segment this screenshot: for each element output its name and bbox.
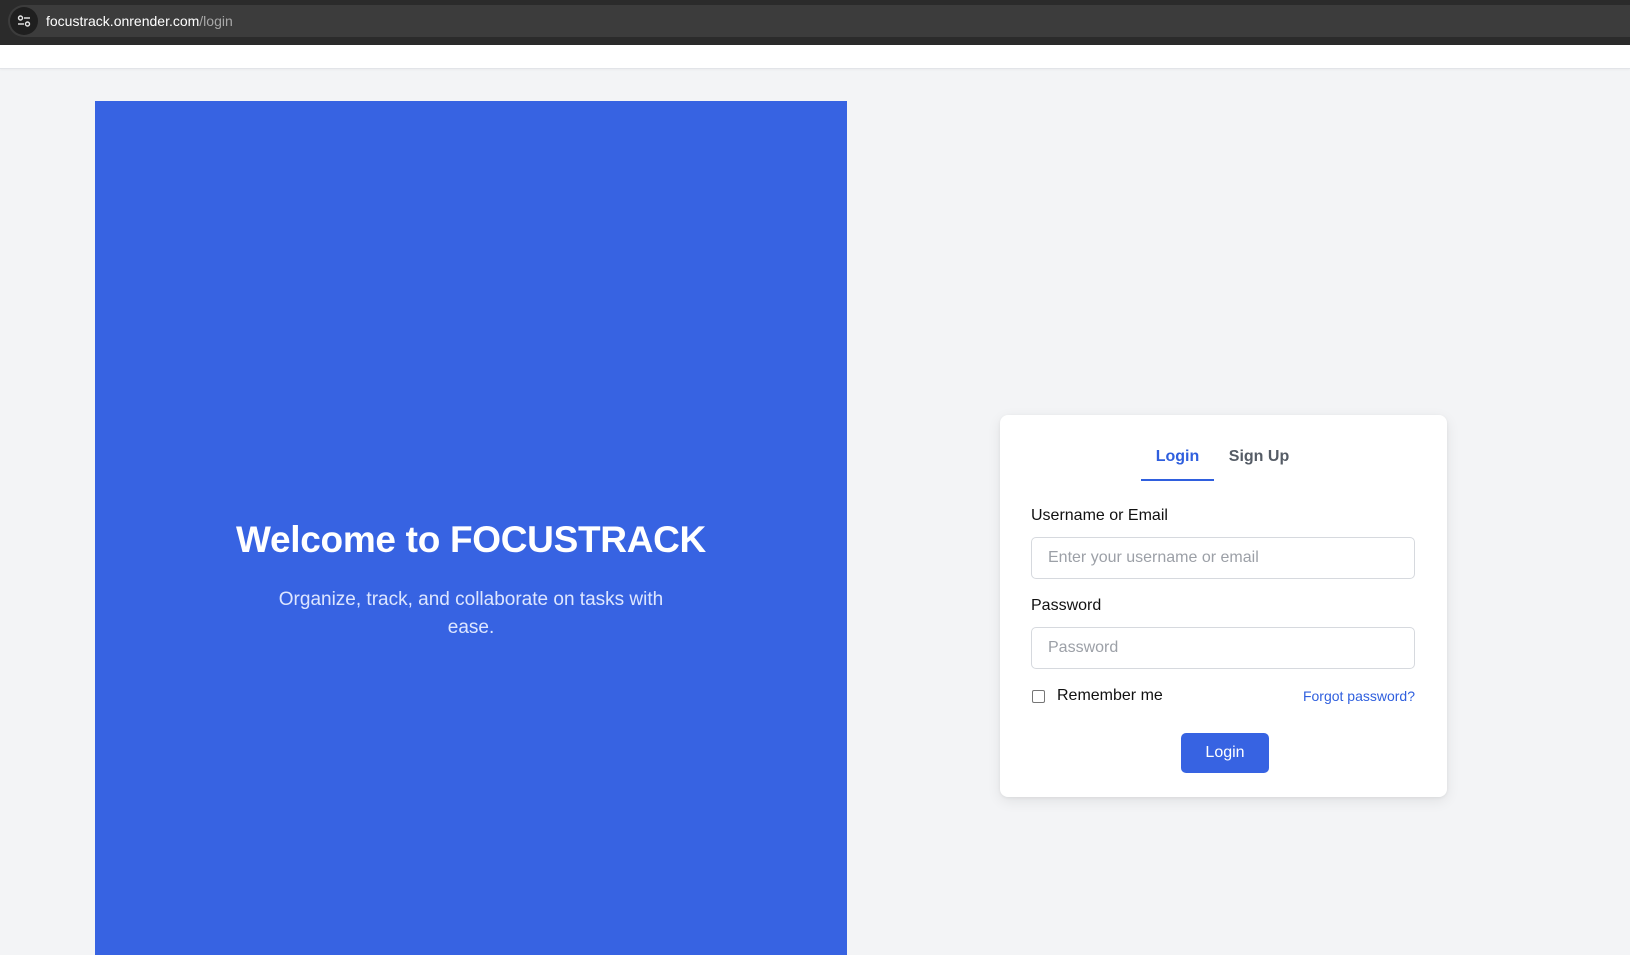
remember-me: Remember me	[1031, 686, 1163, 706]
url-text[interactable]: focustrack.onrender.com/login	[46, 13, 233, 29]
auth-tabs: Login Sign Up	[1000, 437, 1447, 481]
remember-me-label[interactable]: Remember me	[1057, 687, 1163, 705]
password-label: Password	[1031, 597, 1102, 614]
url-path: /login	[199, 13, 233, 29]
url-host: focustrack.onrender.com	[46, 13, 200, 29]
welcome-title: Welcome to FOCUSTRACK	[236, 519, 706, 560]
password-input[interactable]	[1031, 627, 1415, 669]
welcome-panel: Welcome to FOCUSTRACK Organize, track, a…	[95, 101, 847, 955]
tab-login[interactable]: Login	[1141, 437, 1214, 481]
browser-toolbar: focustrack.onrender.com/login	[0, 0, 1630, 45]
top-navbar	[0, 45, 1630, 69]
welcome-subtitle: Organize, track, and collaborate on task…	[278, 589, 664, 638]
tune-icon[interactable]	[10, 7, 38, 35]
username-label: Username or Email	[1031, 507, 1168, 524]
forgot-password-link[interactable]: Forgot password?	[1303, 688, 1415, 704]
login-button[interactable]: Login	[1181, 733, 1269, 773]
tab-signup[interactable]: Sign Up	[1224, 437, 1294, 481]
auth-card: Login Sign Up Username or Email Password…	[1000, 415, 1447, 797]
remember-me-checkbox[interactable]	[1032, 689, 1045, 703]
address-bar[interactable]: focustrack.onrender.com/login	[8, 5, 1630, 37]
username-input[interactable]	[1031, 537, 1415, 579]
